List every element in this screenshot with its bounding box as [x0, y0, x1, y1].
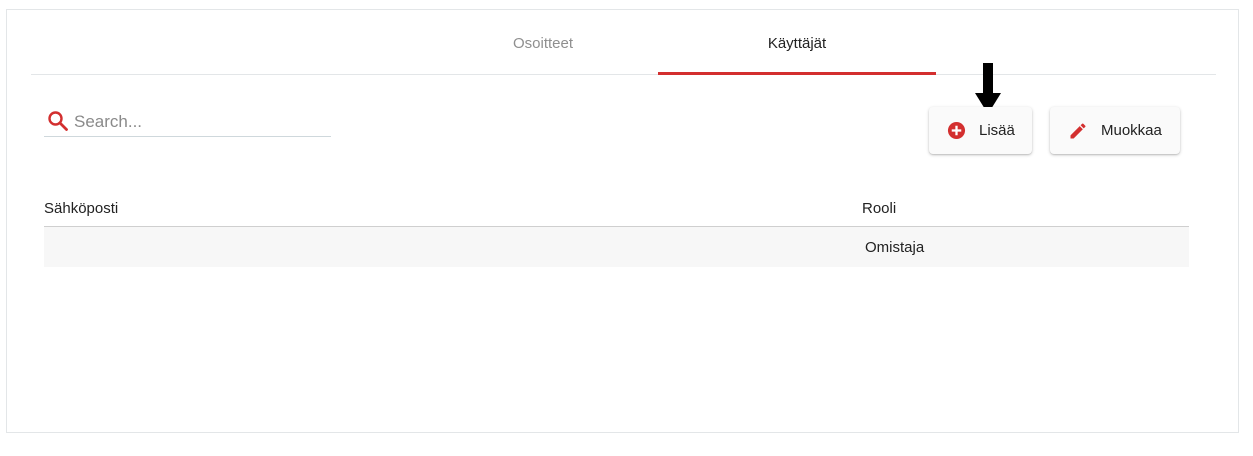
pencil-icon — [1070, 123, 1086, 139]
tab-osoitteet[interactable]: Osoitteet — [404, 10, 682, 74]
column-header-role[interactable]: Rooli — [862, 200, 896, 217]
table-row[interactable]: Omistaja — [44, 227, 1189, 267]
search-input[interactable] — [74, 108, 324, 136]
add-circle-icon — [947, 121, 966, 140]
tab-kayttajat[interactable]: Käyttäjät — [658, 10, 936, 75]
tab-bar: Osoitteet Käyttäjät — [31, 10, 1216, 75]
column-header-email[interactable]: Sähköposti — [44, 200, 118, 217]
edit-button[interactable]: Muokkaa — [1050, 107, 1180, 154]
edit-button-label: Muokkaa — [1101, 122, 1162, 139]
add-button-label: Lisää — [979, 122, 1015, 139]
users-table: Sähköposti Rooli Omistaja — [44, 190, 1189, 267]
table-header: Sähköposti Rooli — [44, 190, 1189, 227]
search-icon — [48, 111, 68, 131]
search-field — [44, 108, 331, 137]
add-button[interactable]: Lisää — [929, 107, 1032, 154]
cell-role: Omistaja — [865, 239, 925, 256]
